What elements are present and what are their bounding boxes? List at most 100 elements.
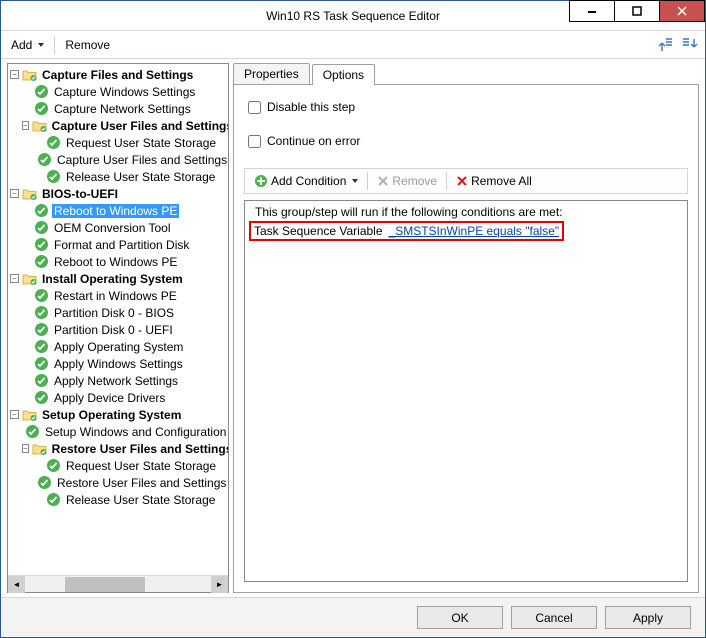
tree-item[interactable]: Reboot to Windows PE <box>22 253 228 270</box>
tree-item-label: Reboot to Windows PE <box>52 255 179 269</box>
tree-group[interactable]: −Capture User Files and Settings <box>22 117 228 134</box>
tree-item[interactable]: Request User State Storage <box>34 134 228 151</box>
folder-icon <box>22 408 37 422</box>
tree-item[interactable]: Capture Windows Settings <box>22 83 228 100</box>
tab-strip: Properties Options <box>233 63 699 85</box>
tree-item[interactable]: Partition Disk 0 - UEFI <box>22 321 228 338</box>
tree-item-label: Release User State Storage <box>64 170 217 184</box>
move-up-icon[interactable] <box>655 34 677 56</box>
tree-group[interactable]: −BIOS-to-UEFI <box>10 185 228 202</box>
tree-item-label: Apply Device Drivers <box>52 391 167 405</box>
success-icon <box>34 356 49 371</box>
remove-all-button[interactable]: Remove All <box>451 171 537 191</box>
maximize-button[interactable] <box>614 0 660 22</box>
tree-item-label: Reboot to Windows PE <box>52 204 179 218</box>
tree-item-label: Capture User Files and Settings <box>55 153 228 167</box>
x-icon <box>456 175 468 187</box>
tab-options[interactable]: Options <box>312 64 375 85</box>
success-icon <box>25 424 40 439</box>
tree-item[interactable]: Restart in Windows PE <box>22 287 228 304</box>
disable-step-checkbox[interactable]: Disable this step <box>248 100 688 114</box>
minimize-button[interactable] <box>569 0 615 22</box>
add-condition-button[interactable]: Add Condition <box>249 171 363 191</box>
tree-group[interactable]: −Restore User Files and Settings <box>22 440 228 457</box>
tree-item-label: Release User State Storage <box>64 493 217 507</box>
apply-button[interactable]: Apply <box>605 606 691 629</box>
tree-item[interactable]: Capture User Files and Settings <box>34 151 228 168</box>
tree-item[interactable]: Format and Partition Disk <box>22 236 228 253</box>
chevron-down-icon <box>38 43 44 47</box>
tree-item-label: Capture User Files and Settings <box>50 119 228 133</box>
folder-icon <box>22 68 37 82</box>
conditions-header: This group/step will run if the followin… <box>255 205 683 219</box>
tree-group[interactable]: −Capture Files and Settings <box>10 66 228 83</box>
success-icon <box>34 203 49 218</box>
remove-button[interactable]: Remove <box>59 34 116 56</box>
tree-item-label: Partition Disk 0 - BIOS <box>52 306 176 320</box>
tree-item[interactable]: Setup Windows and Configuration Manager <box>22 423 228 440</box>
tree-item[interactable]: Restore User Files and Settings <box>34 474 228 491</box>
success-icon <box>46 135 61 150</box>
tree-item[interactable]: Capture Network Settings <box>22 100 228 117</box>
toolbar: Add Remove <box>1 31 705 59</box>
tree-item[interactable]: Apply Device Drivers <box>22 389 228 406</box>
add-button[interactable]: Add <box>5 34 50 56</box>
tree-item-label: Format and Partition Disk <box>52 238 191 252</box>
tree-item[interactable]: Release User State Storage <box>34 491 228 508</box>
remove-condition-button: Remove <box>372 171 442 191</box>
tree-item-label: Request User State Storage <box>64 136 218 150</box>
success-icon <box>34 373 49 388</box>
success-icon <box>34 220 49 235</box>
tree-item[interactable]: Reboot to Windows PE <box>22 202 228 219</box>
tree-item[interactable]: Apply Network Settings <box>22 372 228 389</box>
ok-button[interactable]: OK <box>417 606 503 629</box>
tree-item[interactable]: OEM Conversion Tool <box>22 219 228 236</box>
tree-item-label: Setup Operating System <box>40 408 183 422</box>
folder-icon <box>32 119 47 133</box>
success-icon <box>34 322 49 337</box>
tree-item[interactable]: Apply Windows Settings <box>22 355 228 372</box>
condition-row[interactable]: Task Sequence Variable _SMSTSInWinPE equ… <box>249 221 564 241</box>
condition-toolbar: Add Condition Remove Remove All <box>244 168 688 194</box>
tree-item[interactable]: Request User State Storage <box>34 457 228 474</box>
success-icon <box>34 84 49 99</box>
tree-item-label: Restore User Files and Settings <box>50 442 228 456</box>
condition-type: Task Sequence Variable <box>254 224 383 238</box>
folder-icon <box>22 272 37 286</box>
horizontal-scrollbar[interactable]: ◄► <box>8 575 228 592</box>
tree-item-label: Apply Network Settings <box>52 374 180 388</box>
continue-on-error-checkbox[interactable]: Continue on error <box>248 134 688 148</box>
tree-item[interactable]: Release User State Storage <box>34 168 228 185</box>
success-icon <box>46 169 61 184</box>
conditions-area[interactable]: This group/step will run if the followin… <box>244 200 688 582</box>
success-icon <box>34 254 49 269</box>
task-sequence-editor: Win10 RS Task Sequence Editor Add Remove… <box>0 0 706 638</box>
success-icon <box>37 475 52 490</box>
tree-item-label: OEM Conversion Tool <box>52 221 173 235</box>
tree-item[interactable]: Partition Disk 0 - BIOS <box>22 304 228 321</box>
tree-item-label: Capture Network Settings <box>52 102 193 116</box>
tree-group[interactable]: −Install Operating System <box>10 270 228 287</box>
close-button[interactable] <box>659 0 705 22</box>
condition-link[interactable]: _SMSTSInWinPE equals "false" <box>389 224 560 238</box>
success-icon <box>34 101 49 116</box>
tree-item-label: Apply Windows Settings <box>52 357 185 371</box>
cancel-button[interactable]: Cancel <box>511 606 597 629</box>
tree-item-label: Capture Windows Settings <box>52 85 197 99</box>
move-down-icon[interactable] <box>679 34 701 56</box>
task-tree[interactable]: −Capture Files and Settings Capture Windo… <box>8 64 228 510</box>
tree-pane: −Capture Files and Settings Capture Windo… <box>7 63 229 593</box>
tree-item-label: Setup Windows and Configuration Manager <box>43 425 228 439</box>
tree-item-label: BIOS-to-UEFI <box>40 187 120 201</box>
success-icon <box>34 288 49 303</box>
tree-item[interactable]: Apply Operating System <box>22 338 228 355</box>
tree-item-label: Capture Files and Settings <box>40 68 195 82</box>
titlebar: Win10 RS Task Sequence Editor <box>1 1 705 31</box>
tree-item-label: Restart in Windows PE <box>52 289 179 303</box>
dialog-footer: OK Cancel Apply <box>1 597 705 637</box>
tree-group[interactable]: −Setup Operating System <box>10 406 228 423</box>
success-icon <box>46 492 61 507</box>
chevron-down-icon <box>352 179 358 183</box>
tab-properties[interactable]: Properties <box>233 63 310 84</box>
success-icon <box>34 390 49 405</box>
